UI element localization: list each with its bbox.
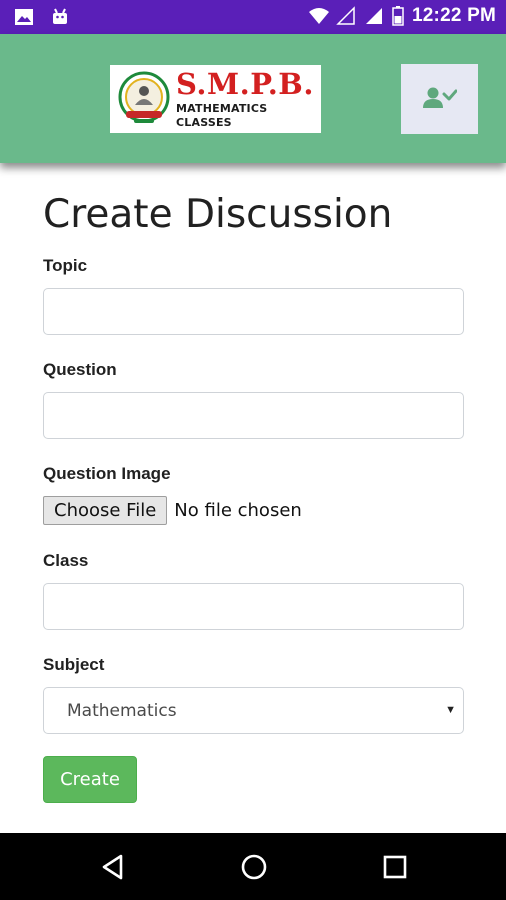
status-bar: 12:22 PM — [0, 0, 506, 34]
system-nav-bar — [0, 833, 506, 900]
gallery-icon — [14, 7, 34, 27]
signal-icon — [364, 6, 384, 26]
logo-subtitle: MATHEMATICS CLASSES — [176, 101, 268, 129]
caret-down-icon: ▼ — [445, 704, 456, 716]
logo-emblem-icon — [116, 71, 172, 127]
back-icon[interactable] — [99, 853, 127, 881]
create-button[interactable]: Create — [43, 756, 137, 803]
brand-logo[interactable]: S.M.P.B. MATHEMATICS CLASSES — [110, 65, 321, 133]
signal-empty-icon — [336, 6, 356, 26]
user-menu-button[interactable] — [401, 64, 478, 134]
app-header: S.M.P.B. MATHEMATICS CLASSES — [0, 34, 506, 163]
class-input[interactable] — [43, 583, 464, 630]
user-check-icon — [422, 86, 457, 113]
subject-select[interactable]: Mathematics ▼ — [43, 687, 464, 734]
recents-icon[interactable] — [381, 853, 409, 881]
choose-file-button[interactable]: Choose File — [43, 496, 168, 525]
home-icon[interactable] — [240, 853, 268, 881]
file-picker: Choose File No file chosen — [43, 496, 302, 525]
file-status-text: No file chosen — [174, 500, 302, 521]
logo-brand-text: S.M.P.B. — [176, 66, 314, 101]
android-icon — [50, 7, 70, 27]
page-title: Create Discussion — [43, 192, 393, 237]
subject-selected-value: Mathematics — [67, 701, 177, 721]
battery-icon — [392, 6, 404, 26]
question-label: Question — [43, 360, 117, 379]
subject-label: Subject — [43, 655, 105, 674]
question-input[interactable] — [43, 392, 464, 439]
wifi-icon — [308, 6, 330, 26]
class-label: Class — [43, 551, 89, 570]
topic-input[interactable] — [43, 288, 464, 335]
question-image-label: Question Image — [43, 464, 171, 483]
topic-label: Topic — [43, 256, 88, 275]
status-time: 12:22 PM — [412, 5, 496, 26]
